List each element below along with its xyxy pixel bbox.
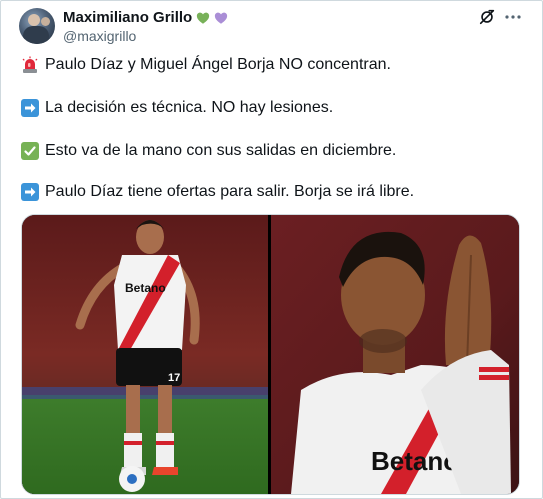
jersey-sponsor-text: Betano (125, 281, 166, 295)
avatar[interactable] (19, 8, 55, 44)
tweet-line-text: Paulo Díaz tiene ofertas para salir. Bor… (45, 183, 415, 200)
tweet-line-text: Paulo Díaz y Miguel Ángel Borja NO conce… (45, 56, 391, 73)
photo-miguel-borja[interactable]: Betano (271, 215, 519, 494)
right-arrow-icon (21, 183, 39, 201)
right-arrow-icon (21, 99, 39, 117)
tweet-line-text: La decisión es técnica. NO hay lesiones. (45, 99, 334, 116)
tweet-card: Maximiliano Grillo @maxigrillo Paulo Día… (0, 0, 543, 499)
more-options-icon[interactable] (503, 8, 523, 26)
tweet-line-text: Esto va de la mano con sus salidas en di… (45, 142, 397, 159)
tweet-line-3: Esto va de la mano con sus salidas en di… (21, 140, 396, 162)
grok-icon[interactable] (478, 8, 496, 26)
check-mark-icon (21, 142, 39, 160)
author-display-name[interactable]: Maximiliano Grillo (63, 9, 192, 27)
tweet-line-1: Paulo Díaz y Miguel Ángel Borja NO conce… (21, 54, 391, 76)
author-handle[interactable]: @maxigrillo (63, 28, 136, 44)
tweet-line-2: La decisión es técnica. NO hay lesiones. (21, 97, 333, 119)
media-grid: Betano 17 Betano (21, 214, 520, 495)
purple-heart-icon (215, 12, 228, 24)
police-light-icon (21, 56, 39, 74)
author-name-row: Maximiliano Grillo (63, 9, 228, 27)
green-heart-icon (197, 12, 210, 24)
tweet-line-4: Paulo Díaz tiene ofertas para salir. Bor… (21, 181, 414, 203)
shorts-number-text: 17 (168, 372, 180, 384)
photo-paulo-diaz[interactable]: Betano 17 (22, 215, 268, 494)
